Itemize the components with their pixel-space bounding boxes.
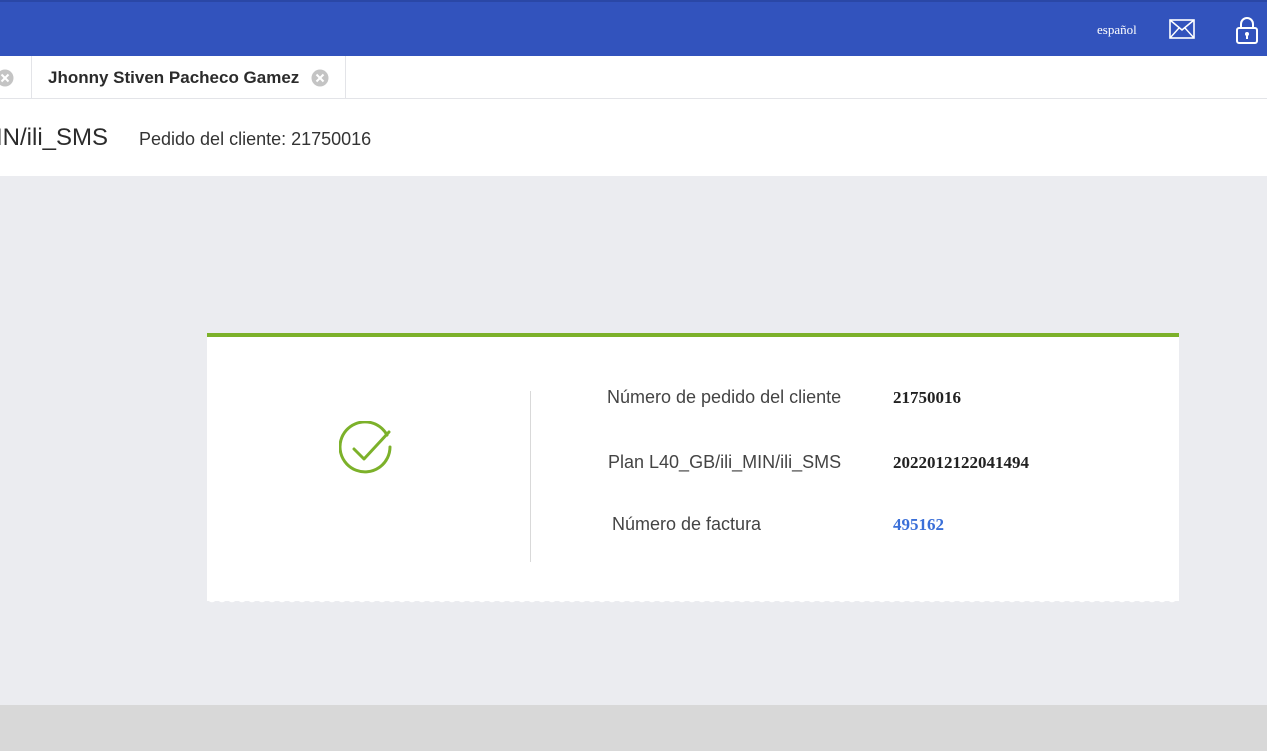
check-circle-icon <box>339 421 392 474</box>
language-selector[interactable]: español <box>1097 22 1137 38</box>
tab-bar: Jhonny Stiven Pacheco Gamez <box>0 56 1267 99</box>
lock-icon[interactable] <box>1235 16 1259 44</box>
tab-customer[interactable]: Jhonny Stiven Pacheco Gamez <box>32 56 346 98</box>
order-number-label: Número de pedido del cliente <box>607 387 842 407</box>
order-confirmation-card: Número de pedido del cliente 21750016 Pl… <box>207 333 1179 606</box>
mail-icon[interactable] <box>1169 19 1195 39</box>
top-navigation-bar: español <box>0 0 1267 56</box>
plan-value: 2022012122041494 <box>893 453 1029 472</box>
card-scalloped-edge <box>207 598 1179 606</box>
order-number-value: 21750016 <box>893 388 961 407</box>
page-title: IN/ili_SMS <box>0 124 109 151</box>
plan-label: Plan L40_GB/ili_MIN/ili_SMS <box>608 452 842 472</box>
footer-bar <box>0 705 1267 751</box>
close-tab-icon[interactable] <box>0 69 14 87</box>
close-tab-icon[interactable] <box>311 69 329 87</box>
page-header: IN/ili_SMS Pedido del cliente: 21750016 <box>0 99 1267 176</box>
customer-order-label: Pedido del cliente: 21750016 <box>139 129 372 149</box>
card-divider <box>530 391 531 562</box>
invoice-number-label: Número de factura <box>612 514 762 534</box>
invoice-number-link[interactable]: 495162 <box>893 515 944 535</box>
tab-label: Jhonny Stiven Pacheco Gamez <box>48 68 300 87</box>
